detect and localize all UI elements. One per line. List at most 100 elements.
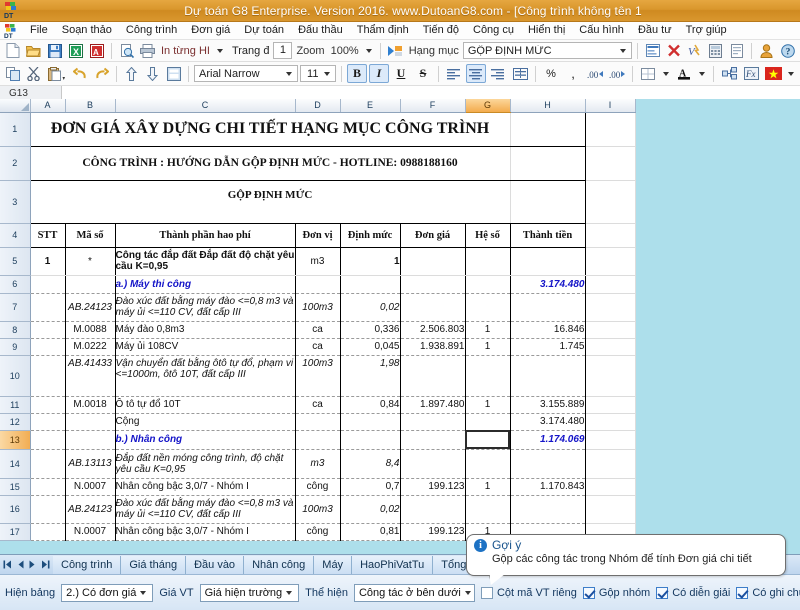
- cell-c11[interactable]: Ô tô tự đổ 10T: [115, 396, 295, 413]
- cell-d17[interactable]: công: [295, 523, 340, 540]
- cell-h14[interactable]: [510, 449, 585, 478]
- italic-button[interactable]: I: [369, 64, 389, 83]
- cell-i15[interactable]: [585, 478, 635, 495]
- percent-style-button[interactable]: %: [541, 64, 561, 83]
- cell-h6[interactable]: 3.174.480: [510, 275, 585, 293]
- font-color-button[interactable]: A: [674, 64, 694, 83]
- print-mode-caret-icon[interactable]: [217, 49, 223, 53]
- cell-b13[interactable]: [65, 430, 115, 449]
- cell-i3[interactable]: [585, 180, 635, 223]
- open-file-icon[interactable]: [24, 41, 43, 60]
- cell-h7[interactable]: [510, 293, 585, 321]
- cell-c9[interactable]: Máy ủi 108CV: [115, 338, 295, 355]
- row-header-9[interactable]: 9: [0, 338, 30, 355]
- cell-b11[interactable]: M.0018: [65, 396, 115, 413]
- cell-b6[interactable]: [65, 275, 115, 293]
- cell-f6[interactable]: [400, 275, 465, 293]
- formula-check-icon[interactable]: V: [685, 41, 704, 60]
- calculator-icon[interactable]: [706, 41, 725, 60]
- cell-a7[interactable]: [30, 293, 65, 321]
- cell-a6[interactable]: [30, 275, 65, 293]
- increase-decimal-button[interactable]: .00: [607, 64, 627, 83]
- save-icon[interactable]: [45, 41, 64, 60]
- menu-item-dutoan[interactable]: Dự toán: [237, 22, 291, 39]
- table-row[interactable]: 8 M.0088 Máy đào 0,8m3 ca 0,336 2.506.80…: [0, 321, 635, 338]
- next-sheet-icon[interactable]: [29, 560, 36, 569]
- table-row[interactable]: 13 b.) Nhân công 1.174.069: [0, 430, 635, 449]
- selected-cell-g13[interactable]: [465, 430, 510, 449]
- menu-item-dautu[interactable]: Đầu tư: [631, 22, 679, 39]
- cell-g11[interactable]: 1: [465, 396, 510, 413]
- cell-c6[interactable]: a.) Máy thi công: [115, 275, 295, 293]
- cell-d16[interactable]: 100m3: [295, 495, 340, 523]
- cell-f11[interactable]: 1.897.480: [400, 396, 465, 413]
- row-header-1[interactable]: 1: [0, 112, 30, 146]
- table-row[interactable]: 6 a.) Máy thi công 3.174.480: [0, 275, 635, 293]
- cell-h2[interactable]: [510, 146, 585, 180]
- cell-c5[interactable]: Công tác đắp đất Đắp đất độ chặt yêu cầu…: [115, 247, 295, 275]
- cell-d15[interactable]: công: [295, 478, 340, 495]
- table-row[interactable]: 12 Cộng 3.174.480: [0, 413, 635, 430]
- borders-caret-icon[interactable]: [663, 72, 669, 76]
- notes-icon[interactable]: [727, 41, 746, 60]
- cell-f10[interactable]: [400, 355, 465, 396]
- row-header-6[interactable]: 6: [0, 275, 30, 293]
- cell-h13[interactable]: 1.174.069: [510, 430, 585, 449]
- cell-d9[interactable]: ca: [295, 338, 340, 355]
- menu-item-thamdinh[interactable]: Thẩm định: [350, 22, 416, 39]
- cell-h9[interactable]: 1.745: [510, 338, 585, 355]
- sheet-title-main[interactable]: ĐƠN GIÁ XÂY DỰNG CHI TIẾT HẠNG MỤC CÔNG …: [30, 112, 510, 146]
- the-hien-select[interactable]: Công tác ở bên dưới: [354, 584, 475, 602]
- cell-i5[interactable]: [585, 247, 635, 275]
- menu-item-tiendo[interactable]: Tiến độ: [416, 22, 466, 39]
- last-sheet-icon[interactable]: [41, 560, 50, 569]
- cell-e5[interactable]: 1: [340, 247, 400, 275]
- cell-b9[interactable]: M.0222: [65, 338, 115, 355]
- cell-i14[interactable]: [585, 449, 635, 478]
- column-header-d[interactable]: D: [295, 99, 340, 112]
- table-row[interactable]: 5 1 * Công tác đắp đất Đắp đất độ chặt y…: [0, 247, 635, 275]
- menu-item-file[interactable]: File: [23, 22, 55, 39]
- spreadsheet-grid[interactable]: A B C D E F G H I 1 ĐƠN GIÁ XÂY DỰNG CHI…: [0, 99, 636, 541]
- cell-e7[interactable]: 0,02: [340, 293, 400, 321]
- column-header-c[interactable]: C: [115, 99, 295, 112]
- page-first-button[interactable]: Trang đầu: [228, 42, 271, 59]
- cell-e10[interactable]: 1,98: [340, 355, 400, 396]
- cell-c10[interactable]: Vận chuyển đất bằng ôtô tự đổ, phạm vi <…: [115, 355, 295, 396]
- cell-h10[interactable]: [510, 355, 585, 396]
- cell-e14[interactable]: 8,4: [340, 449, 400, 478]
- the-hien-caret-icon[interactable]: [465, 591, 471, 595]
- cell-a17[interactable]: [30, 523, 65, 540]
- select-all-corner[interactable]: [0, 99, 30, 112]
- table-row[interactable]: 7 AB.24123 Đào xúc đất bằng máy đào <=0,…: [0, 293, 635, 321]
- row-header-7[interactable]: 7: [0, 293, 30, 321]
- cell-i9[interactable]: [585, 338, 635, 355]
- align-left-button[interactable]: [444, 64, 464, 83]
- row-header-10[interactable]: 10: [0, 355, 30, 396]
- cell-g12[interactable]: [465, 413, 510, 430]
- th-donvi[interactable]: Đơn vị: [295, 223, 340, 247]
- table-row[interactable]: 16 AB.24123 Đào xúc đất bằng máy đào <=0…: [0, 495, 635, 523]
- cell-d11[interactable]: ca: [295, 396, 340, 413]
- move-down-icon[interactable]: [143, 64, 162, 83]
- checkbox-gop-nhom[interactable]: Gộp nhóm: [583, 587, 650, 599]
- undo-icon[interactable]: [71, 64, 90, 83]
- cell-f17[interactable]: 199.123: [400, 523, 465, 540]
- paste-icon[interactable]: [45, 64, 69, 83]
- checkbox-box[interactable]: [583, 587, 595, 599]
- checkbox-box[interactable]: [736, 587, 748, 599]
- menu-item-dongia[interactable]: Đơn giá: [184, 22, 237, 39]
- font-size-caret-icon[interactable]: [324, 72, 330, 76]
- table-row[interactable]: 11 M.0018 Ô tô tự đổ 10T ca 0,84 1.897.4…: [0, 396, 635, 413]
- cell-e12[interactable]: [340, 413, 400, 430]
- hangmuc-caret-icon[interactable]: [620, 49, 626, 53]
- cell-g15[interactable]: 1: [465, 478, 510, 495]
- cell-d12[interactable]: [295, 413, 340, 430]
- cell-c13[interactable]: b.) Nhân công: [115, 430, 295, 449]
- cell-c16[interactable]: Đào xúc đất bằng máy đào <=0,8 m3 và máy…: [115, 495, 295, 523]
- merge-cells-button[interactable]: [510, 64, 530, 83]
- font-family-caret-icon[interactable]: [286, 72, 292, 76]
- row-header-11[interactable]: 11: [0, 396, 30, 413]
- th-thanhphan[interactable]: Thành phần hao phí: [115, 223, 295, 247]
- cell-c7[interactable]: Đào xúc đất bằng máy đào <=0,8 m3 và máy…: [115, 293, 295, 321]
